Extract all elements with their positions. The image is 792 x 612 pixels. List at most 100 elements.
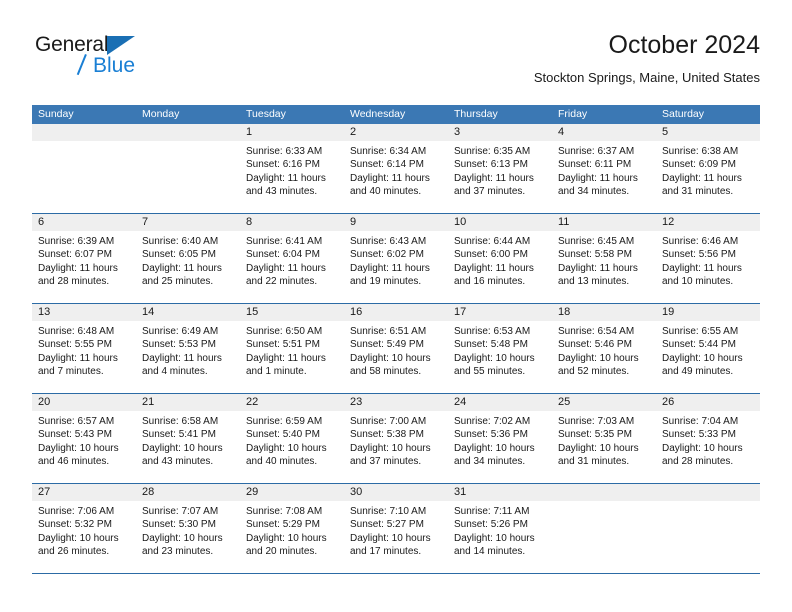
day-details: Sunrise: 6:41 AM Sunset: 6:04 PM Daylight:… — [240, 231, 344, 289]
day-cell-30[interactable]: 30 Sunrise: 7:10 AM Sunset: 5:27 PM Dayligh… — [344, 484, 448, 573]
daylight-text-line2: and 58 minutes. — [350, 366, 422, 378]
day-details: Sunrise: 6:34 AM Sunset: 6:14 PM Daylight:… — [344, 141, 448, 199]
daylight-text-line1: Daylight: 11 hours — [38, 262, 118, 274]
daylight-text-line1: Daylight: 10 hours — [142, 532, 223, 544]
day-cell-20[interactable]: 20 Sunrise: 6:57 AM Sunset: 5:43 PM Dayligh… — [32, 394, 136, 483]
sunrise-text: Sunrise: 6:39 AM — [38, 236, 115, 247]
day-cell-10[interactable]: 10 Sunrise: 6:44 AM Sunset: 6:00 PM Dayligh… — [448, 214, 552, 303]
day-cell-24[interactable]: 24 Sunrise: 7:02 AM Sunset: 5:36 PM Dayligh… — [448, 394, 552, 483]
sunrise-text: Sunrise: 6:48 AM — [38, 326, 115, 337]
day-cell-22[interactable]: 22 Sunrise: 6:59 AM Sunset: 5:40 PM Dayligh… — [240, 394, 344, 483]
day-cell-13[interactable]: 13 Sunrise: 6:48 AM Sunset: 5:55 PM Dayligh… — [32, 304, 136, 393]
day-details: Sunrise: 6:43 AM Sunset: 6:02 PM Daylight:… — [344, 231, 448, 289]
day-details: Sunrise: 6:50 AM Sunset: 5:51 PM Daylight:… — [240, 321, 344, 379]
day-details: Sunrise: 6:33 AM Sunset: 6:16 PM Daylight:… — [240, 141, 344, 199]
day-number-band: 20 — [32, 394, 136, 411]
day-number: 28 — [142, 486, 155, 498]
day-cell-25[interactable]: 25 Sunrise: 7:03 AM Sunset: 5:35 PM Dayligh… — [552, 394, 656, 483]
day-number-band: 4 — [552, 124, 656, 141]
day-cell-11[interactable]: 11 Sunrise: 6:45 AM Sunset: 5:58 PM Dayligh… — [552, 214, 656, 303]
sunrise-text: Sunrise: 7:10 AM — [350, 506, 427, 517]
day-details: Sunrise: 6:44 AM Sunset: 6:00 PM Daylight:… — [448, 231, 552, 289]
daylight-text-line2: and 10 minutes. — [662, 276, 734, 288]
sunset-text: Sunset: 6:14 PM — [350, 159, 424, 171]
day-number-band — [656, 484, 760, 501]
sunset-text: Sunset: 5:30 PM — [142, 519, 216, 531]
sunrise-text: Sunrise: 6:41 AM — [246, 236, 323, 247]
day-number-band: 28 — [136, 484, 240, 501]
day-details: Sunrise: 6:49 AM Sunset: 5:53 PM Daylight:… — [136, 321, 240, 379]
day-cell-23[interactable]: 23 Sunrise: 7:00 AM Sunset: 5:38 PM Dayligh… — [344, 394, 448, 483]
day-number-band: 9 — [344, 214, 448, 231]
sunrise-text: Sunrise: 7:03 AM — [558, 416, 635, 427]
day-number-band: 18 — [552, 304, 656, 321]
daylight-text-line2: and 16 minutes. — [454, 276, 526, 288]
day-details: Sunrise: 7:02 AM Sunset: 5:36 PM Daylight:… — [448, 411, 552, 469]
day-number-band: 30 — [344, 484, 448, 501]
day-cell-18[interactable]: 18 Sunrise: 6:54 AM Sunset: 5:46 PM Dayligh… — [552, 304, 656, 393]
day-cell-5[interactable]: 5 Sunrise: 6:38 AM Sunset: 6:09 PM Daylight… — [656, 124, 760, 213]
daylight-text-line1: Daylight: 11 hours — [454, 172, 534, 184]
day-cell-17[interactable]: 17 Sunrise: 6:53 AM Sunset: 5:48 PM Dayligh… — [448, 304, 552, 393]
day-number: 10 — [454, 216, 467, 228]
day-cell-4[interactable]: 4 Sunrise: 6:37 AM Sunset: 6:11 PM Daylight… — [552, 124, 656, 213]
daylight-text-line1: Daylight: 11 hours — [142, 262, 222, 274]
day-number-band: 8 — [240, 214, 344, 231]
sunrise-text: Sunrise: 7:00 AM — [350, 416, 427, 427]
day-details: Sunrise: 7:03 AM Sunset: 5:35 PM Daylight:… — [552, 411, 656, 469]
day-cell-2[interactable]: 2 Sunrise: 6:34 AM Sunset: 6:14 PM Daylight… — [344, 124, 448, 213]
sunset-text: Sunset: 5:29 PM — [246, 519, 320, 531]
page-title: October 2024 — [608, 31, 761, 59]
logo-text-general: General — [35, 33, 109, 56]
sunrise-text: Sunrise: 7:02 AM — [454, 416, 531, 427]
day-cell-19[interactable]: 19 Sunrise: 6:55 AM Sunset: 5:44 PM Dayligh… — [656, 304, 760, 393]
sunset-text: Sunset: 5:40 PM — [246, 429, 320, 441]
day-details: Sunrise: 7:00 AM Sunset: 5:38 PM Daylight:… — [344, 411, 448, 469]
daylight-text-line1: Daylight: 10 hours — [246, 442, 327, 454]
daylight-text-line1: Daylight: 10 hours — [350, 352, 431, 364]
day-cell-26[interactable]: 26 Sunrise: 7:04 AM Sunset: 5:33 PM Dayligh… — [656, 394, 760, 483]
day-cell-28[interactable]: 28 Sunrise: 7:07 AM Sunset: 5:30 PM Dayligh… — [136, 484, 240, 573]
sunrise-text: Sunrise: 7:06 AM — [38, 506, 115, 517]
daylight-text-line2: and 22 minutes. — [246, 276, 318, 288]
weekday-header-friday: Friday — [558, 108, 588, 120]
day-cell-31[interactable]: 31 Sunrise: 7:11 AM Sunset: 5:26 PM Dayligh… — [448, 484, 552, 573]
day-number-band: 14 — [136, 304, 240, 321]
sunset-text: Sunset: 5:43 PM — [38, 429, 112, 441]
sunrise-text: Sunrise: 6:44 AM — [454, 236, 531, 247]
daylight-text-line2: and 14 minutes. — [454, 546, 526, 558]
sunset-text: Sunset: 5:36 PM — [454, 429, 528, 441]
day-details: Sunrise: 7:10 AM Sunset: 5:27 PM Daylight:… — [344, 501, 448, 559]
day-number: 13 — [38, 306, 51, 318]
sunrise-text: Sunrise: 6:37 AM — [558, 146, 635, 157]
day-cell-6[interactable]: 6 Sunrise: 6:39 AM Sunset: 6:07 PM Daylight… — [32, 214, 136, 303]
sunset-text: Sunset: 6:16 PM — [246, 159, 320, 171]
day-number-band: 13 — [32, 304, 136, 321]
day-cell-8[interactable]: 8 Sunrise: 6:41 AM Sunset: 6:04 PM Daylight… — [240, 214, 344, 303]
day-cell-14[interactable]: 14 Sunrise: 6:49 AM Sunset: 5:53 PM Dayligh… — [136, 304, 240, 393]
day-cell-29[interactable]: 29 Sunrise: 7:08 AM Sunset: 5:29 PM Dayligh… — [240, 484, 344, 573]
day-cell-15[interactable]: 15 Sunrise: 6:50 AM Sunset: 5:51 PM Dayligh… — [240, 304, 344, 393]
daylight-text-line2: and 23 minutes. — [142, 546, 214, 558]
day-details: Sunrise: 6:53 AM Sunset: 5:48 PM Daylight:… — [448, 321, 552, 379]
day-cell-16[interactable]: 16 Sunrise: 6:51 AM Sunset: 5:49 PM Dayligh… — [344, 304, 448, 393]
day-number-band: 23 — [344, 394, 448, 411]
day-number: 4 — [558, 126, 565, 138]
day-cell-27[interactable]: 27 Sunrise: 7:06 AM Sunset: 5:32 PM Dayligh… — [32, 484, 136, 573]
sunset-text: Sunset: 5:35 PM — [558, 429, 632, 441]
day-cell-empty — [656, 484, 760, 573]
sunset-text: Sunset: 5:26 PM — [454, 519, 528, 531]
day-cell-7[interactable]: 7 Sunrise: 6:40 AM Sunset: 6:05 PM Daylight… — [136, 214, 240, 303]
sunset-text: Sunset: 5:41 PM — [142, 429, 216, 441]
day-cell-3[interactable]: 3 Sunrise: 6:35 AM Sunset: 6:13 PM Daylight… — [448, 124, 552, 213]
daylight-text-line2: and 43 minutes. — [142, 456, 214, 468]
day-number: 12 — [662, 216, 675, 228]
day-number-band: 17 — [448, 304, 552, 321]
weekday-header-sunday: Sunday — [38, 108, 74, 120]
day-cell-9[interactable]: 9 Sunrise: 6:43 AM Sunset: 6:02 PM Daylight… — [344, 214, 448, 303]
day-number-band: 26 — [656, 394, 760, 411]
day-cell-1[interactable]: 1 Sunrise: 6:33 AM Sunset: 6:16 PM Daylight… — [240, 124, 344, 213]
day-cell-12[interactable]: 12 Sunrise: 6:46 AM Sunset: 5:56 PM Dayligh… — [656, 214, 760, 303]
day-cell-21[interactable]: 21 Sunrise: 6:58 AM Sunset: 5:41 PM Dayligh… — [136, 394, 240, 483]
sunrise-text: Sunrise: 7:04 AM — [662, 416, 739, 427]
